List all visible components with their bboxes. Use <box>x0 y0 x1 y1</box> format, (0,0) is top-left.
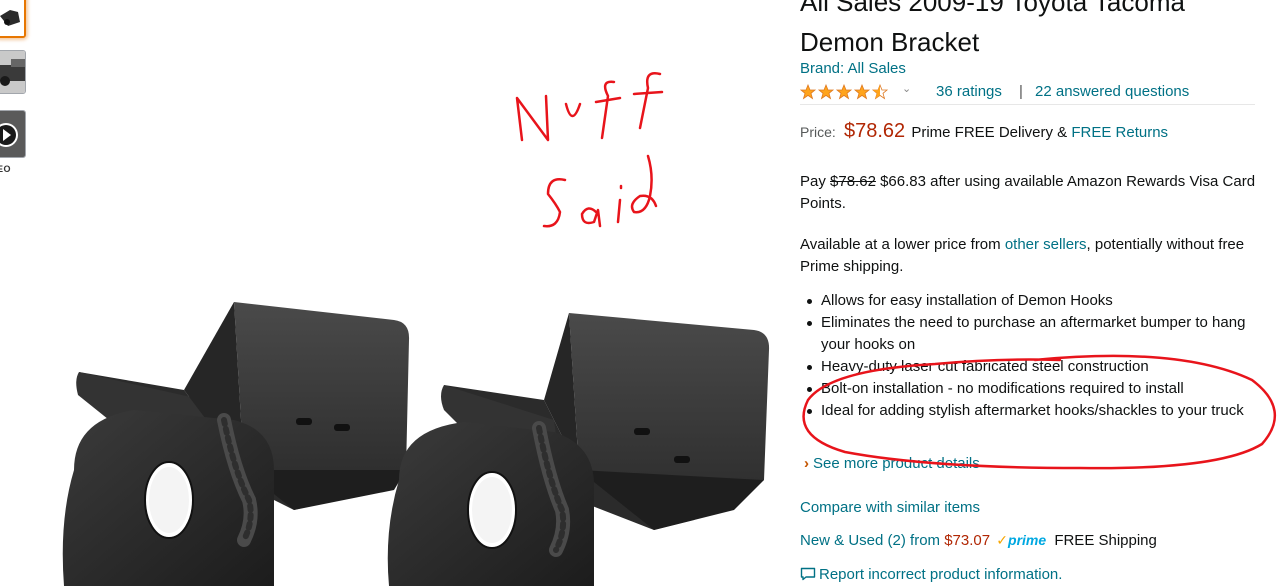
ratings-count-link[interactable]: 36 ratings <box>936 83 1002 100</box>
report-label: Report incorrect product information. <box>819 566 1063 583</box>
thumbnail-rail: DEO <box>0 0 30 200</box>
thumbnail-video[interactable] <box>0 110 26 158</box>
lower-price-prefix: Available at a lower price from <box>800 236 1001 253</box>
price-label: Price: <box>800 124 836 140</box>
new-used-price: $73.07 <box>944 532 991 549</box>
product-details: All Sales 2009-19 Toyota Tacoma Demon Br… <box>799 0 1270 586</box>
delivery-text: Prime FREE Delivery & <box>911 124 1068 141</box>
answered-questions-link[interactable]: 22 answered questions <box>1035 83 1189 100</box>
star-rating-icon[interactable] <box>799 83 892 104</box>
left-bracket-graphic <box>62 302 410 586</box>
feature-bullet: Allows for easy installation of Demon Ho… <box>807 290 1261 312</box>
price-row: Price: $78.62 Prime FREE Delivery & FREE… <box>800 120 1168 143</box>
brand-link[interactable]: Brand: All Sales <box>800 60 906 77</box>
lower-price-notice: Available at a lower price from other se… <box>800 234 1270 278</box>
free-returns-link[interactable]: FREE Returns <box>1071 124 1168 141</box>
new-used-offer: New & Used (2) from $73.07 ✓prime FREE S… <box>800 532 1157 549</box>
prime-logo-icon: ✓prime <box>996 532 1047 548</box>
feature-bullet: Eliminates the need to purchase an after… <box>807 312 1261 356</box>
chevron-right-icon: › <box>804 455 809 472</box>
video-label: DEO <box>0 164 12 174</box>
report-incorrect-info-link[interactable]: Report incorrect product information. <box>800 566 1062 585</box>
main-product-image[interactable] <box>34 0 784 586</box>
compare-similar-link[interactable]: Compare with similar items <box>800 499 980 516</box>
ratings-separator: | <box>1019 83 1023 100</box>
feature-bullets: Allows for easy installation of Demon Ho… <box>807 290 1261 422</box>
thumbnail-product-image[interactable] <box>0 0 26 38</box>
rewards-prefix: Pay <box>800 173 826 190</box>
see-more-details-link[interactable]: › See more product details <box>804 455 980 472</box>
feature-bullet: Heavy-duty laser cut fabricated steel co… <box>807 356 1261 378</box>
free-shipping-text: FREE Shipping <box>1054 532 1157 549</box>
speech-bubble-icon <box>800 567 816 585</box>
see-more-label: See more product details <box>813 455 980 472</box>
prime-logo-text: prime <box>1008 532 1047 548</box>
ratings-row: ⌄ 36 ratings | 22 answered questions <box>799 82 1255 105</box>
other-sellers-link[interactable]: other sellers <box>1005 236 1087 253</box>
chevron-down-icon[interactable]: ⌄ <box>902 82 911 95</box>
product-title: All Sales 2009-19 Toyota Tacoma Demon Br… <box>800 0 1185 57</box>
rewards-original-price: $78.62 <box>830 173 876 190</box>
right-bracket-graphic <box>387 313 770 586</box>
new-used-link[interactable]: New & Used (2) from <box>800 532 940 549</box>
thumbnail-vehicle-image[interactable] <box>0 50 26 94</box>
rewards-offer: Pay $78.62 $66.83 after using available … <box>800 171 1270 215</box>
feature-bullet: Bolt-on installation - no modifications … <box>807 378 1261 400</box>
feature-bullet: Ideal for adding stylish aftermarket hoo… <box>807 400 1261 422</box>
price-value: $78.62 <box>843 120 906 142</box>
